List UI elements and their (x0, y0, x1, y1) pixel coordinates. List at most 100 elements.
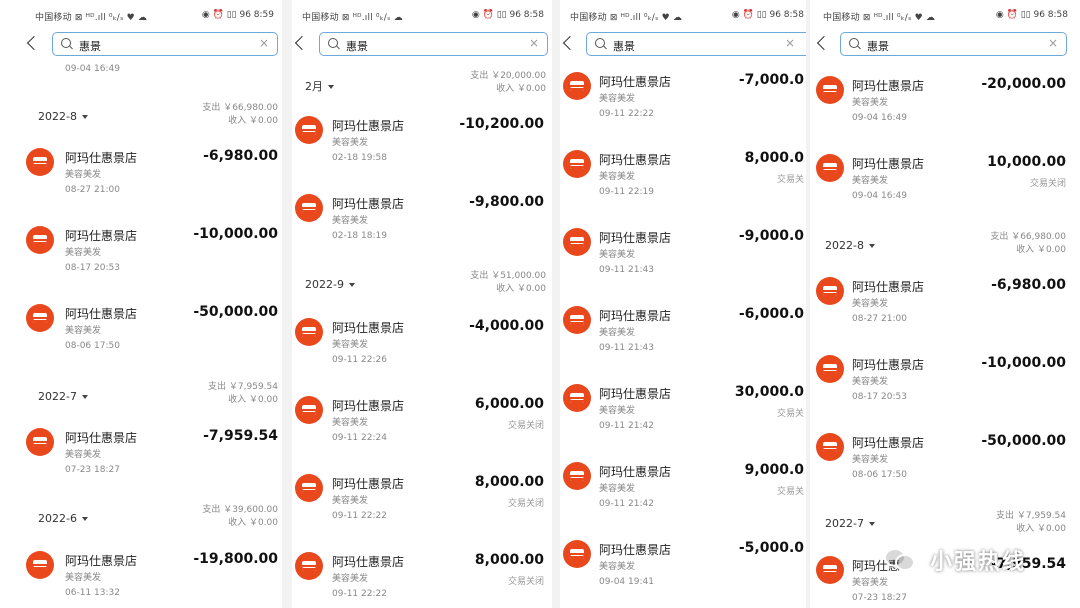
transaction-row[interactable]: 阿玛仕惠景店 美容美发 09-04 16:49 10,000.00 交易关闭 (810, 150, 1080, 210)
merchant-name: 阿玛仕惠景店 (599, 309, 672, 323)
month-summary: 支出 ￥51,000.00 收入 ￥0.00 (470, 271, 546, 294)
transaction-time: 09-11 22:19 (599, 187, 654, 197)
search-input[interactable]: 惠景 × (586, 32, 806, 56)
merchant-name: 阿玛仕惠景店 (332, 399, 405, 413)
transaction-time: 08-27 21:00 (852, 314, 907, 324)
month-selector[interactable]: 2022-8 (38, 110, 88, 123)
category: 美容美发 (599, 406, 636, 416)
merchant-name: 阿玛仕惠景店 (332, 197, 405, 211)
caret-down-icon (81, 517, 88, 521)
search-input[interactable]: 惠景 × (52, 32, 278, 56)
transaction-row[interactable]: 阿玛仕惠景店 美容美发 02-18 18:19 -9,800.00 (292, 190, 552, 250)
transaction-time: 09-11 21:43 (599, 265, 654, 275)
transaction-row[interactable]: 阿玛仕惠景店 美容美发 08-17 20:53 -10,000.00 (0, 222, 282, 282)
transaction-row[interactable]: 阿玛仕惠景店 美容美发 08-27 21:00 -6,980.00 (0, 144, 282, 204)
amount: -10,200.00 (459, 116, 544, 132)
merchant-name: 阿玛仕惠景店 (65, 229, 138, 243)
month-selector[interactable]: 2022-7 (38, 390, 88, 403)
search-query: 惠景 (79, 40, 101, 53)
clear-icon[interactable]: × (259, 36, 269, 50)
category: 美容美发 (65, 326, 102, 336)
month-selector[interactable]: 2022-7 (825, 517, 875, 530)
month-selector[interactable]: 2022-8 (825, 239, 875, 252)
wechat-icon (884, 546, 915, 571)
transaction-row[interactable]: 阿玛仕惠景店 美容美发 02-18 19:58 -10,200.00 (292, 112, 552, 172)
transaction-row[interactable]: 阿玛仕惠景店 美容美发 07-23 18:27 -7,959.54 (0, 424, 282, 484)
caret-down-icon (348, 283, 355, 287)
merchant-name: 阿玛仕惠景店 (852, 436, 925, 450)
month-selector[interactable]: 2月 (305, 78, 334, 94)
back-arrow-icon[interactable] (562, 32, 576, 56)
merchant-name: 阿玛仕惠景店 (65, 151, 138, 165)
merchant-logo-icon (26, 226, 54, 254)
transaction-row[interactable]: 阿玛仕惠景店 美容美发 09-04 16:49 -20,000.00 (810, 72, 1080, 132)
amount: 6,000.00 (474, 396, 544, 412)
back-arrow-icon[interactable] (26, 32, 40, 56)
category: 美容美发 (332, 216, 369, 226)
screenshot-panel-4: 中国移动 ⊠ ᴴᴰ.ıll ⁰ₖ/ₛ ♥ ☁ ◉ ⏰ ▯▯ 96 8:58 惠景… (810, 0, 1080, 608)
carrier-info: 中国移动 ⊠ ᴴᴰ.ıll ⁰ₖ/ₛ ♥ ☁ (35, 13, 148, 23)
month-selector[interactable]: 2022-9 (305, 278, 355, 291)
merchant-name: 阿玛仕惠景店 (599, 543, 672, 557)
merchant-name: 阿玛仕惠景店 (332, 321, 405, 335)
search-input[interactable]: 惠景 × (319, 32, 548, 56)
back-arrow-icon[interactable] (816, 32, 830, 56)
category: 美容美发 (332, 496, 369, 506)
category: 美容美发 (65, 573, 102, 583)
transaction-row[interactable]: 阿玛仕惠景店 美容美发 09-04 19:41 -5,000.0 (560, 536, 806, 596)
status-right: ◉ ⏰ ▯▯ 96 8:58 (731, 10, 804, 20)
transaction-row[interactable]: 阿玛仕惠景店 美容美发 06-11 13:32 -19,800.00 (0, 547, 282, 607)
month-selector[interactable]: 2022-6 (38, 512, 88, 525)
merchant-name: 阿玛仕惠景店 (599, 465, 672, 479)
caret-down-icon (81, 395, 88, 399)
transaction-row[interactable]: 阿玛仕惠景店 美容美发 08-17 20:53 -10,000.00 (810, 351, 1080, 411)
category: 美容美发 (332, 138, 369, 148)
transaction-time: 06-11 13:32 (65, 588, 120, 598)
merchant-logo-icon (563, 540, 591, 568)
category: 美容美发 (332, 418, 369, 428)
transaction-row[interactable]: 阿玛仕惠景店 美容美发 09-11 21:43 -9,000.0 (560, 224, 806, 284)
clear-icon[interactable]: × (529, 36, 539, 50)
merchant-logo-icon (295, 116, 323, 144)
transaction-row[interactable]: 阿玛仕惠景店 美容美发 09-11 22:24 6,000.00 交易关闭 (292, 392, 552, 452)
category: 美容美发 (65, 450, 102, 460)
transaction-row[interactable]: 阿玛仕惠景店 美容美发 09-11 21:42 9,000.0 交易关 (560, 458, 806, 518)
merchant-name: 阿玛仕惠景店 (65, 431, 138, 445)
category: 美容美发 (852, 98, 889, 108)
transaction-row[interactable]: 阿玛仕惠景店 美容美发 09-11 21:43 -6,000.0 (560, 302, 806, 362)
merchant-logo-icon (563, 150, 591, 178)
amount: -6,000.0 (738, 306, 804, 322)
transaction-row[interactable]: 阿玛仕惠景店 美容美发 09-11 22:26 -4,000.00 (292, 314, 552, 374)
transaction-row[interactable]: 阿玛仕惠景店 美容美发 08-06 17:50 -50,000.00 (0, 300, 282, 360)
month-summary: 支出 ￥20,000.00 收入 ￥0.00 (470, 71, 546, 94)
transaction-row[interactable]: 阿玛仕惠景店 美容美发 08-27 21:00 -6,980.00 (810, 273, 1080, 333)
amount: -7,959.54 (203, 428, 278, 444)
status-note: 交易关 (776, 175, 804, 185)
transaction-row[interactable]: 阿玛仕惠景店 美容美发 09-11 21:42 30,000.0 交易关 (560, 380, 806, 440)
merchant-name: 阿玛仕惠景店 (65, 554, 138, 568)
merchant-logo-icon (816, 76, 844, 104)
back-arrow-icon[interactable] (294, 32, 308, 56)
merchant-name: 阿玛仕惠景店 (332, 477, 405, 491)
amount: -9,000.0 (738, 228, 804, 244)
clear-icon[interactable]: × (1048, 36, 1058, 50)
transaction-row[interactable]: 阿玛仕惠景店 美容美发 08-06 17:50 -50,000.00 (810, 429, 1080, 489)
category: 美容美发 (599, 484, 636, 494)
merchant-name: 阿玛仕惠景店 (599, 231, 672, 245)
search-input[interactable]: 惠景 × (840, 32, 1067, 56)
transaction-time: 02-18 19:58 (332, 153, 387, 163)
status-bar: 中国移动 ⊠ ᴴᴰ.ıll ⁰ₖ/ₛ ♥ ☁ ◉ ⏰ ▯▯ 96 8:59 (0, 6, 282, 26)
transaction-time: 09-11 22:24 (332, 433, 387, 443)
transaction-row[interactable]: 阿玛仕惠景店 美容美发 09-11 22:22 -7,000.0 (560, 68, 806, 128)
month-summary: 支出 ￥7,959.54 收入 ￥0.00 (996, 511, 1066, 534)
merchant-name: 阿玛仕惠景店 (65, 307, 138, 321)
status-note: 交易关闭 (507, 577, 544, 587)
clear-icon[interactable]: × (785, 36, 795, 50)
transaction-row[interactable]: 阿玛仕惠景店 美容美发 09-11 22:19 8,000.0 交易关 (560, 146, 806, 206)
transaction-row[interactable]: 阿玛仕惠景店 美容美发 09-11 22:22 8,000.00 交易关闭 (292, 548, 552, 608)
status-right: ◉ ⏰ ▯▯ 96 8:58 (471, 10, 544, 20)
transaction-row[interactable]: 阿玛仕惠景店 美容美发 09-11 22:22 8,000.00 交易关闭 (292, 470, 552, 530)
category: 美容美发 (599, 562, 636, 572)
transaction-time: 02-18 18:19 (332, 231, 387, 241)
merchant-logo-icon (295, 474, 323, 502)
